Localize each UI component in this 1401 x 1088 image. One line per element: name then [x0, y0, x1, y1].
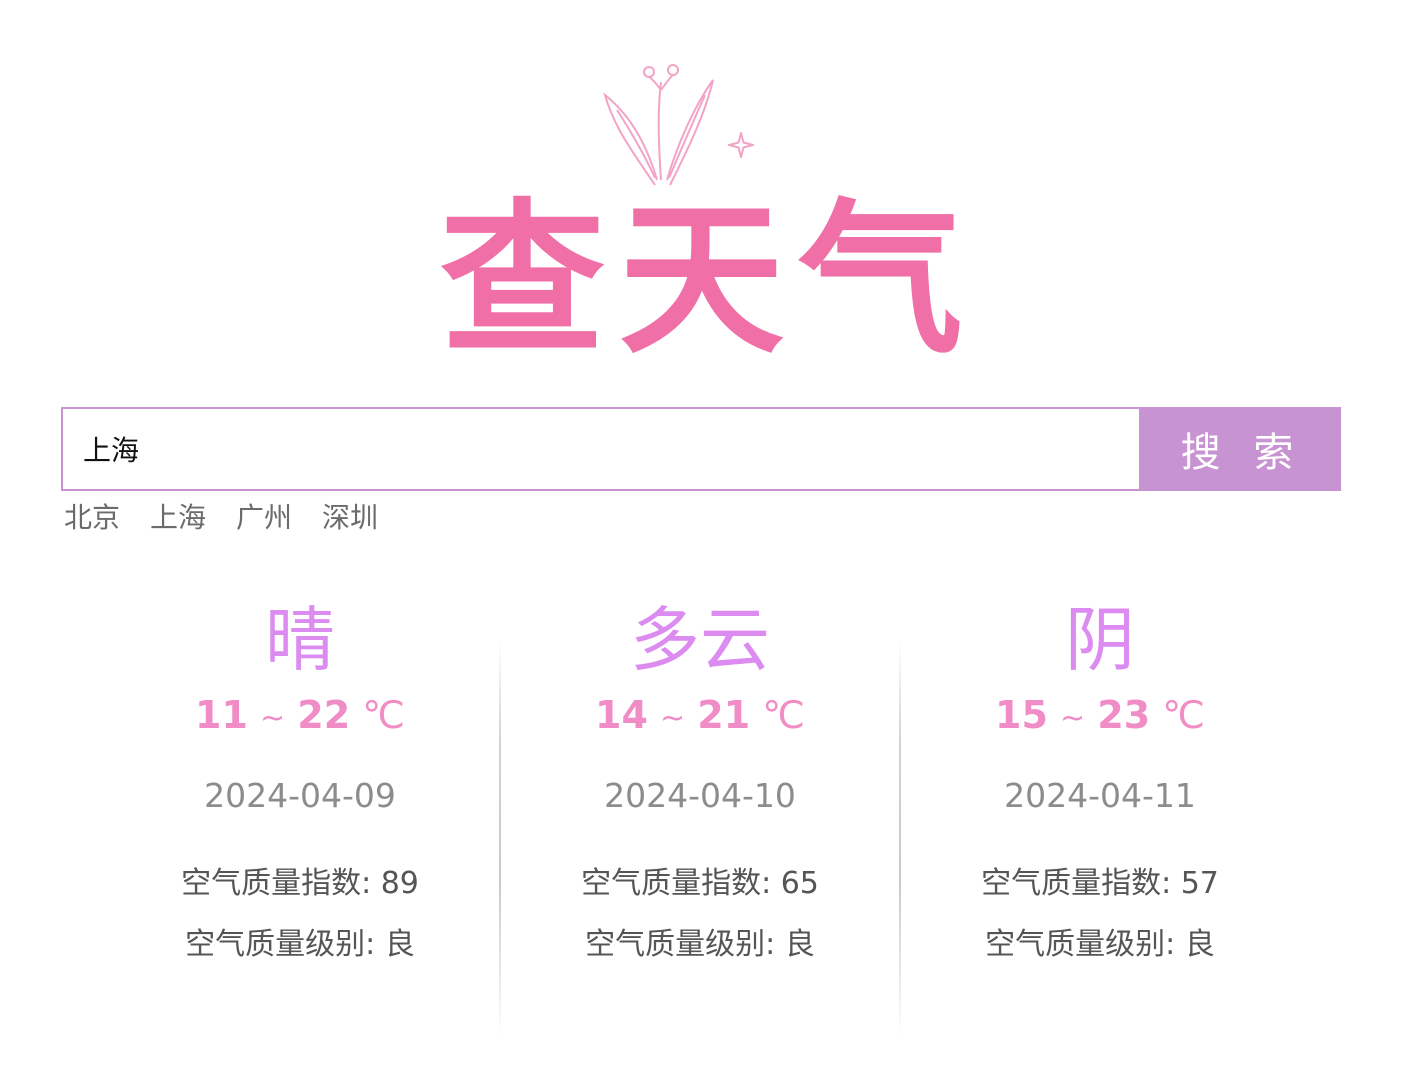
- forecast-card: 多云 14 ~ 21 ℃ 2024-04-10 空气质量指数: 65 空气质量级…: [500, 590, 900, 1050]
- quick-city-shenzhen[interactable]: 深圳: [322, 498, 378, 538]
- air-quality-index: 空气质量指数: 65: [581, 866, 819, 901]
- temp-unit: ℃: [1162, 693, 1205, 737]
- air-quality-level: 空气质量级别: 良: [985, 927, 1215, 962]
- forecast-date: 2024-04-10: [604, 776, 796, 815]
- quick-city-guangzhou[interactable]: 广州: [236, 498, 292, 538]
- air-quality-level: 空气质量级别: 良: [585, 927, 815, 962]
- temp-separator: ~: [660, 701, 686, 736]
- temperature-range: 14 ~ 21 ℃: [500, 690, 900, 744]
- sparkle-icon: [728, 132, 754, 158]
- quick-city-shanghai[interactable]: 上海: [150, 498, 206, 538]
- forecast-date: 2024-04-09: [204, 776, 396, 815]
- temp-separator: ~: [1060, 701, 1086, 736]
- forecast-list: 晴 11 ~ 22 ℃ 2024-04-09 空气质量指数: 89 空气质量级别…: [100, 590, 1300, 1050]
- weather-condition: 阴: [1065, 599, 1135, 681]
- air-quality-level: 空气质量级别: 良: [185, 927, 415, 962]
- temp-unit: ℃: [762, 693, 805, 737]
- air-quality-index: 空气质量指数: 89: [181, 866, 419, 901]
- weather-condition: 晴: [265, 599, 335, 681]
- search-bar: 搜 索: [61, 407, 1341, 491]
- weather-condition: 多云: [630, 599, 770, 681]
- forecast-card: 晴 11 ~ 22 ℃ 2024-04-09 空气质量指数: 89 空气质量级别…: [100, 590, 500, 1050]
- site-logo: 查天气: [440, 60, 980, 376]
- temp-low: 15: [995, 693, 1048, 737]
- forecast-date: 2024-04-11: [1004, 776, 1196, 815]
- logo-text: 查天气: [440, 184, 977, 376]
- temp-unit: ℃: [362, 693, 405, 737]
- temp-low: 11: [195, 693, 248, 737]
- temperature-range: 15 ~ 23 ℃: [900, 690, 1300, 744]
- temp-low: 14: [595, 693, 648, 737]
- temp-high: 22: [297, 693, 351, 737]
- forecast-card: 阴 15 ~ 23 ℃ 2024-04-11 空气质量指数: 57 空气质量级别…: [900, 590, 1300, 1050]
- search-button[interactable]: 搜 索: [1139, 407, 1341, 491]
- temp-high: 23: [1097, 693, 1151, 737]
- temp-high: 21: [697, 693, 751, 737]
- city-search-input[interactable]: [61, 407, 1141, 491]
- air-quality-index: 空气质量指数: 57: [981, 866, 1219, 901]
- temp-separator: ~: [260, 701, 286, 736]
- quick-city-list: 北京 上海 广州 深圳: [64, 498, 408, 538]
- weather-page: 查天气 搜 索 北京 上海 广州 深圳 晴 11 ~ 22 ℃ 2024-04-…: [0, 0, 1401, 1088]
- temperature-range: 11 ~ 22 ℃: [100, 690, 500, 744]
- flower-sprout-icon: [603, 64, 714, 186]
- quick-city-beijing[interactable]: 北京: [64, 498, 120, 538]
